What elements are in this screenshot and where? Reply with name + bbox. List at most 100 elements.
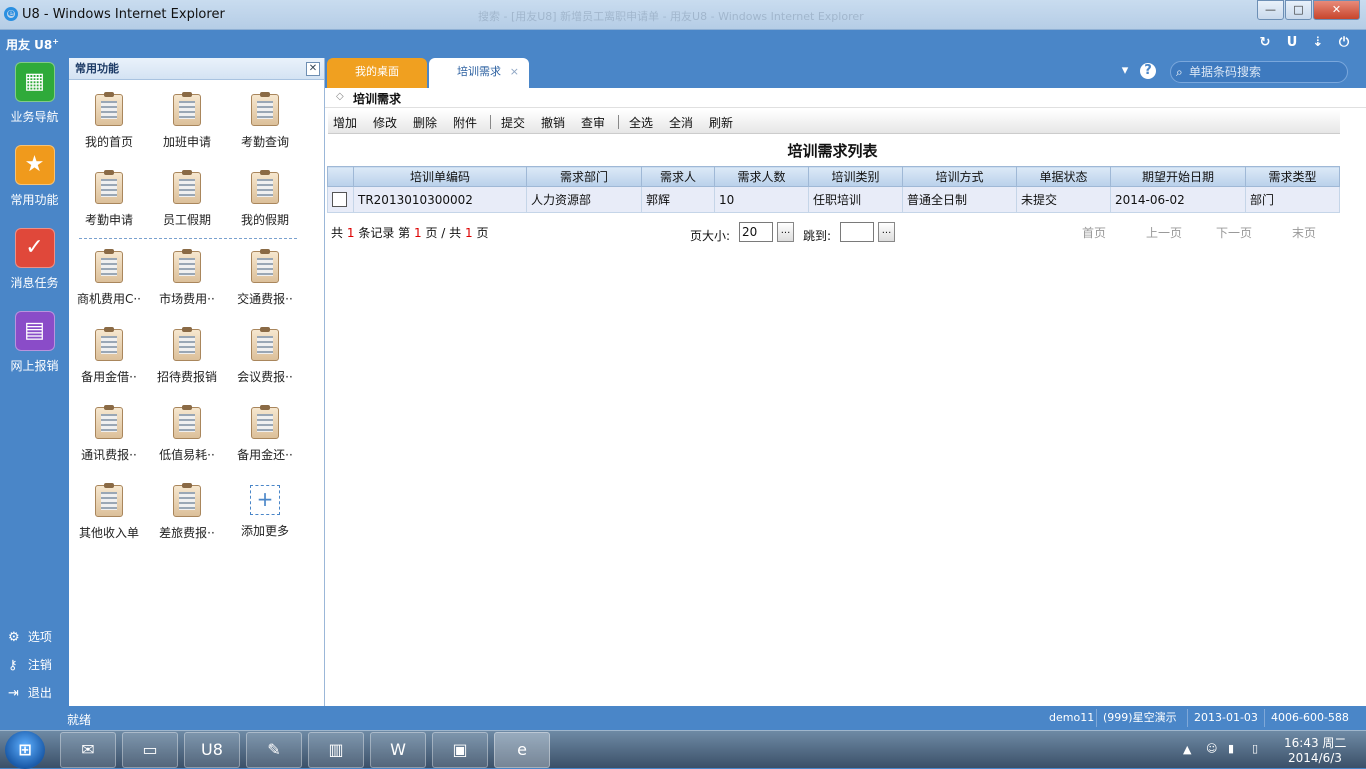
u-icon[interactable]: U <box>1284 35 1300 51</box>
tab-training-needs[interactable]: 培训需求 × <box>429 58 529 88</box>
tab-strip: 我的桌面 培训需求 × ▾ ? ⌕ 单据条码搜索 <box>325 58 1366 88</box>
taskbar-ie-icon[interactable]: e <box>494 732 550 768</box>
taskbar-winrar-icon[interactable]: ▥ <box>308 732 364 768</box>
quick-item[interactable]: 低值易耗·· <box>148 405 226 463</box>
table-cell: 2014-06-02 <box>1110 186 1246 213</box>
table-row[interactable]: TR2013010300002 人力资源部 郭辉 10 任职培训 普通全日制 未提交 2014… <box>327 186 1340 213</box>
quick-item[interactable]: 备用金还·· <box>226 405 304 463</box>
tray-date[interactable]: 2014/6/3 <box>1288 751 1342 765</box>
delete-button[interactable]: 删除 <box>413 114 437 131</box>
quick-item[interactable]: 考勤申请 <box>70 170 148 228</box>
clipboard-icon <box>173 249 201 283</box>
taskbar-outlook-icon[interactable]: ✉ <box>60 732 116 768</box>
quick-item[interactable]: 市场费用·· <box>148 249 226 307</box>
taskbar-u8-icon[interactable]: U8 <box>184 732 240 768</box>
attach-button[interactable]: 附件 <box>453 114 477 131</box>
quick-item[interactable]: 招待费报销 <box>148 327 226 385</box>
column-header[interactable]: 需求人 <box>641 166 715 187</box>
deselect-all-button[interactable]: 全消 <box>669 114 693 131</box>
page-size-button[interactable]: ... <box>777 222 794 242</box>
nav-reimburse[interactable]: ▤ 网上报销 <box>0 311 69 374</box>
taskbar-folder-icon[interactable]: ▭ <box>122 732 178 768</box>
quick-item[interactable]: 我的首页 <box>70 92 148 150</box>
quick-item[interactable]: 通讯费报·· <box>70 405 148 463</box>
option-exit[interactable]: ⇥ 退出 <box>8 684 52 701</box>
prev-page-link[interactable]: 上一页 <box>1146 224 1182 241</box>
clipboard-icon <box>95 92 123 126</box>
add-more-button[interactable]: + 添加更多 <box>226 485 304 539</box>
tray-qq-icon[interactable]: ☺ <box>1206 742 1217 755</box>
quick-item[interactable]: 我的假期 <box>226 170 304 228</box>
quick-item[interactable]: 商机费用C·· <box>70 249 148 307</box>
quick-item[interactable]: 考勤查询 <box>226 92 304 150</box>
quick-item-label: 其他收入单 <box>78 526 139 540</box>
start-button[interactable]: ⊞ <box>5 731 45 769</box>
nav-common[interactable]: ★ 常用功能 <box>0 145 69 208</box>
nav-tasks[interactable]: ✓ 消息任务 <box>0 228 69 291</box>
taskbar-picture-icon[interactable]: ▣ <box>432 732 488 768</box>
revoke-button[interactable]: 撤销 <box>541 114 565 131</box>
refresh-icon[interactable]: ↻ <box>1257 35 1273 51</box>
app-header: 用友 U8+ ↻ U ⇣ ⏻ <box>0 30 1366 58</box>
quick-item[interactable]: 其他收入单 <box>70 483 148 541</box>
tab-label: 我的桌面 <box>355 65 399 78</box>
tab-desktop[interactable]: 我的桌面 <box>327 58 427 88</box>
row-select-cell[interactable] <box>327 186 354 213</box>
option-logoff[interactable]: ⚷ 注销 <box>8 656 52 673</box>
summary-text: 页 <box>476 226 489 240</box>
help-icon[interactable]: ? <box>1140 63 1156 79</box>
option-settings[interactable]: ⚙ 选项 <box>8 628 52 645</box>
tab-close-icon[interactable]: × <box>510 58 519 86</box>
add-button[interactable]: 增加 <box>333 114 357 131</box>
quick-item[interactable]: 交通费报·· <box>226 249 304 307</box>
logout-icon[interactable]: ⏻ <box>1336 35 1352 51</box>
audit-button[interactable]: 查审 <box>581 114 605 131</box>
tray-time[interactable]: 16:43 周二 <box>1284 734 1346 751</box>
next-page-link[interactable]: 下一页 <box>1216 224 1252 241</box>
quick-item[interactable]: 备用金借·· <box>70 327 148 385</box>
quick-item-label: 会议费报·· <box>237 370 293 384</box>
submit-button[interactable]: 提交 <box>501 114 525 131</box>
column-header[interactable]: 需求部门 <box>526 166 642 187</box>
close-window-button[interactable]: ✕ <box>1313 0 1360 20</box>
clipboard-icon <box>95 249 123 283</box>
nav-business[interactable]: ▦ 业务导航 <box>0 62 69 125</box>
column-header[interactable]: 需求人数 <box>714 166 809 187</box>
first-page-link[interactable]: 首页 <box>1082 224 1106 241</box>
jump-button[interactable]: ... <box>878 222 895 242</box>
column-header[interactable]: 需求类型 <box>1245 166 1340 187</box>
row-checkbox[interactable] <box>332 192 347 207</box>
jump-label: 跳到: <box>803 229 832 243</box>
refresh-button[interactable]: 刷新 <box>709 114 733 131</box>
last-page-link[interactable]: 末页 <box>1292 224 1316 241</box>
quick-item[interactable]: 差旅费报·· <box>148 483 226 541</box>
page-size-input[interactable]: 20 <box>739 222 773 242</box>
taskbar-word-icon[interactable]: W <box>370 732 426 768</box>
column-header[interactable]: 培训类别 <box>808 166 903 187</box>
windows-taskbar: ⊞ ✉ ▭ U8 ✎ ▥ W ▣ e ▲ ☺ ▮ ▯ 16:43 周二 2014… <box>0 730 1366 769</box>
menu-down-icon[interactable]: ⇣ <box>1310 35 1326 51</box>
quick-item[interactable]: 加班申请 <box>148 92 226 150</box>
column-header[interactable]: 培训方式 <box>902 166 1017 187</box>
edit-button[interactable]: 修改 <box>373 114 397 131</box>
maximize-button[interactable]: □ <box>1285 0 1312 20</box>
quick-item[interactable]: 会议费报·· <box>226 327 304 385</box>
chevron-down-icon[interactable]: ▾ <box>1117 63 1133 79</box>
minimize-button[interactable]: — <box>1257 0 1284 20</box>
column-header[interactable]: 期望开始日期 <box>1110 166 1246 187</box>
quick-item[interactable]: 员工假期 <box>148 170 226 228</box>
tray-chevron-icon[interactable]: ▲ <box>1183 743 1191 756</box>
taskbar-paint-icon[interactable]: ✎ <box>246 732 302 768</box>
tray-power-icon[interactable]: ▯ <box>1252 742 1258 755</box>
jump-input[interactable] <box>840 222 874 242</box>
clipboard-icon <box>173 327 201 361</box>
select-all-button[interactable]: 全选 <box>629 114 653 131</box>
quick-item-label: 交通费报·· <box>237 292 293 306</box>
divider <box>79 238 297 239</box>
column-header[interactable]: 培训单编码 <box>353 166 527 187</box>
tray-network-icon[interactable]: ▮ <box>1228 742 1234 755</box>
search-input[interactable]: ⌕ 单据条码搜索 <box>1170 61 1348 83</box>
column-header[interactable]: 单据状态 <box>1016 166 1111 187</box>
nav-label: 业务导航 <box>10 110 59 124</box>
close-icon[interactable]: ✕ <box>306 62 320 76</box>
